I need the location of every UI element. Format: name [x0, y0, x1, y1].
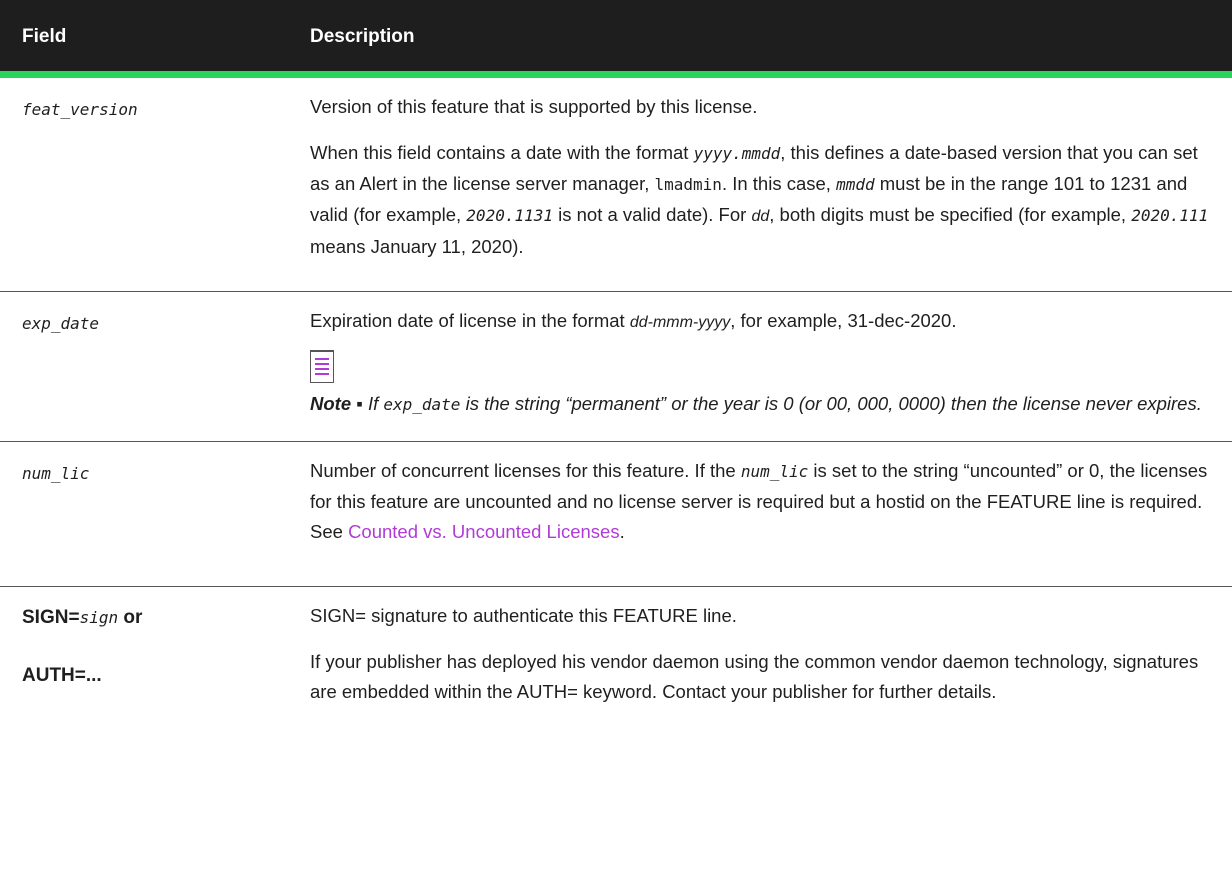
field-exp-date: exp_date	[22, 314, 100, 333]
field-num-lic: num_lic	[22, 464, 90, 483]
desc-line: SIGN= signature to authenticate this FEA…	[310, 605, 737, 626]
note-icon	[310, 350, 1212, 383]
table-row: exp_date Expiration date of license in t…	[0, 292, 1232, 442]
desc-paragraph: When this field contains a date with the…	[310, 142, 1209, 257]
desc-line: Expiration date of license in the format…	[310, 310, 957, 331]
table-header: Field Description	[0, 0, 1232, 78]
license-fields-table: Field Description feat_version Version o…	[0, 0, 1232, 797]
field-auth: AUTH=...	[22, 665, 102, 686]
field-sign: SIGN=sign or	[22, 607, 143, 628]
table-row: num_lic Number of concurrent licenses fo…	[0, 442, 1232, 587]
desc-line: Version of this feature that is supporte…	[310, 96, 758, 117]
description-exp-date: Expiration date of license in the format…	[310, 306, 1212, 420]
table-row: SIGN=sign or AUTH=... SIGN= signature to…	[0, 587, 1232, 797]
desc-paragraph: If your publisher has deployed his vendo…	[310, 651, 1199, 702]
desc-paragraph: Number of concurrent licenses for this f…	[310, 460, 1208, 542]
description-feat-version: Version of this feature that is supporte…	[310, 92, 1212, 262]
header-field: Field	[22, 26, 67, 47]
description-num-lic: Number of concurrent licenses for this f…	[310, 456, 1212, 547]
description-sign: SIGN= signature to authenticate this FEA…	[310, 601, 1212, 707]
table-row: feat_version Version of this feature tha…	[0, 78, 1232, 292]
header-description: Description	[310, 26, 415, 47]
note-text: Note ▪ If exp_date is the string “perman…	[310, 393, 1202, 414]
field-feat-version: feat_version	[22, 100, 138, 119]
counted-vs-uncounted-link[interactable]: Counted vs. Uncounted Licenses	[348, 521, 620, 542]
